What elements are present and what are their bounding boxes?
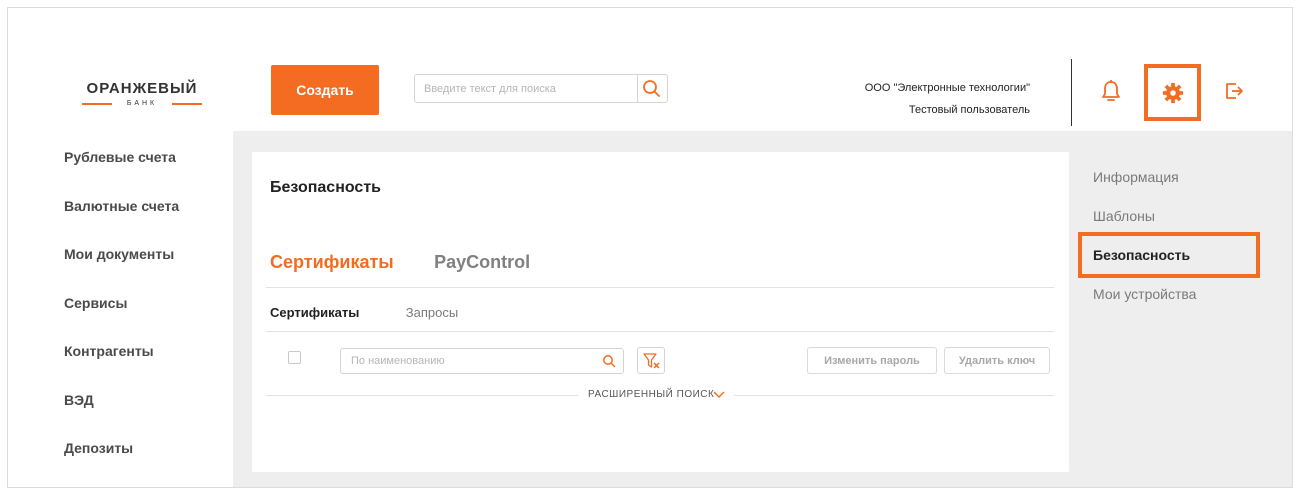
filter-clear-icon — [643, 353, 660, 369]
page-title: Безопасность — [270, 179, 381, 196]
security-highlight — [1078, 232, 1260, 278]
bank-logo[interactable]: ОРАНЖЕВЫЙ БАНК — [74, 80, 210, 109]
nav-item-rub-accounts[interactable]: Рублевые счета — [64, 147, 179, 196]
subtab-requests[interactable]: Запросы — [406, 305, 458, 320]
advanced-search-toggle[interactable]: РАСШИРЕННЫЙ ПОИСК — [266, 387, 1054, 403]
select-all-checkbox[interactable] — [288, 351, 301, 364]
change-password-button[interactable]: Изменить пароль — [807, 347, 937, 374]
name-filter — [340, 348, 624, 374]
logo-subname: БАНК — [74, 99, 210, 109]
subtabs-divider — [266, 331, 1054, 332]
tabs-divider — [266, 287, 1054, 288]
name-filter-input[interactable] — [341, 349, 591, 373]
global-search-input[interactable] — [415, 75, 637, 102]
settings-button[interactable] — [1144, 64, 1201, 121]
logout-icon[interactable] — [1223, 80, 1245, 102]
user-name: Тестовый пользователь — [908, 104, 1030, 116]
main-tabs: Сертификаты PayControl — [270, 252, 566, 273]
nav-item-my-documents[interactable]: Мои документы — [64, 244, 179, 293]
clear-filter-button[interactable] — [637, 347, 665, 374]
settings-item-devices[interactable]: Мои устройства — [1093, 283, 1196, 322]
search-icon[interactable] — [602, 354, 616, 368]
global-search — [414, 74, 668, 103]
tab-certificates[interactable]: Сертификаты — [270, 252, 394, 273]
nav-item-deposits[interactable]: Депозиты — [64, 438, 179, 487]
settings-item-info[interactable]: Информация — [1093, 166, 1196, 205]
create-button[interactable]: Создать — [271, 65, 379, 115]
search-icon[interactable] — [641, 79, 663, 99]
app-frame: ОРАНЖЕВЫЙ БАНК Создать ООО "Электронные … — [7, 7, 1293, 488]
sub-tabs: Сертификаты Запросы — [270, 304, 500, 322]
bell-icon[interactable] — [1100, 79, 1122, 103]
logo-name: ОРАНЖЕВЫЙ — [86, 80, 198, 97]
nav-item-ved[interactable]: ВЭД — [64, 390, 179, 439]
gear-icon — [1162, 82, 1184, 104]
nav-item-currency-accounts[interactable]: Валютные счета — [64, 196, 179, 245]
nav-item-services[interactable]: Сервисы — [64, 293, 179, 342]
nav-item-counterparties[interactable]: Контрагенты — [64, 341, 179, 390]
chevron-down-icon — [713, 391, 725, 398]
advanced-search-label: РАСШИРЕННЫЙ ПОИСК — [588, 389, 715, 400]
delete-key-button[interactable]: Удалить ключ — [944, 347, 1050, 374]
header-divider — [1071, 59, 1072, 126]
main-nav: Рублевые счета Валютные счета Мои докуме… — [64, 147, 179, 487]
tab-paycontrol[interactable]: PayControl — [434, 252, 530, 273]
subtab-certificates[interactable]: Сертификаты — [270, 305, 359, 320]
org-info[interactable]: ООО "Электронные технологии" Тестовый по… — [865, 77, 1030, 121]
security-card: Безопасность Сертификаты PayControl Серт… — [252, 152, 1069, 472]
org-name: ООО "Электронные технологии" — [864, 82, 1030, 94]
